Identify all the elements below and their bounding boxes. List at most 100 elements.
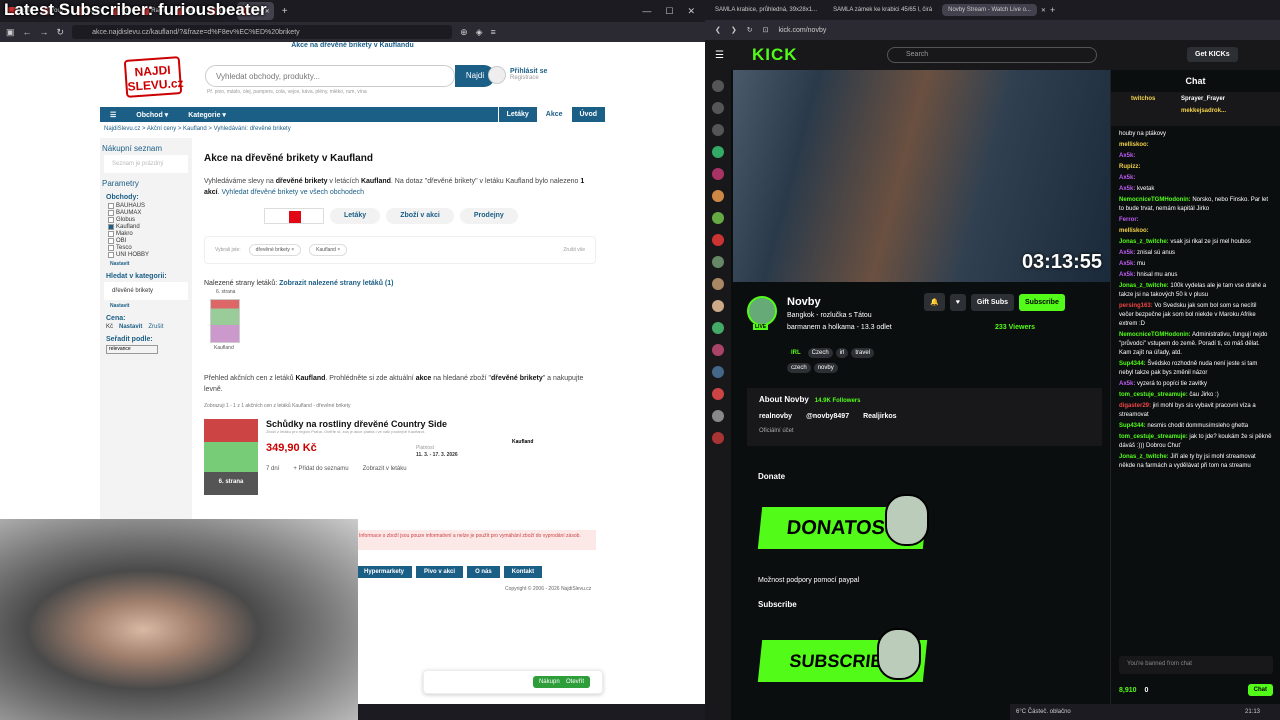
set-shops-button[interactable]: Nastavit: [110, 261, 182, 267]
channel-avatar[interactable]: [712, 190, 724, 202]
shop-checkbox[interactable]: Kaufland: [108, 224, 184, 230]
chat-username[interactable]: Jonas_z_twitche:: [1119, 283, 1169, 289]
tag[interactable]: Czech: [807, 348, 833, 358]
chat-username[interactable]: NemocniceTGMHodonin:: [1119, 197, 1191, 203]
show-in-leaflet-button[interactable]: Zobrazit v letáku: [363, 466, 407, 472]
filter-chip[interactable]: dřevěné brikety ×: [248, 244, 302, 256]
close-tab-icon[interactable]: ✕: [1041, 7, 1046, 14]
back-icon[interactable]: ←: [23, 27, 32, 37]
sidebar-toggle-icon[interactable]: ▣: [6, 27, 15, 38]
filter-chip[interactable]: Kaufland ×: [309, 244, 348, 256]
close-window-icon[interactable]: ✕: [687, 6, 695, 17]
browse-icon[interactable]: [712, 102, 724, 114]
shop-checkbox[interactable]: BAUHAUS: [108, 203, 184, 209]
shop-checkbox[interactable]: UNI HOBBY: [108, 252, 184, 258]
gift-subs-button[interactable]: Gift Subs: [970, 293, 1014, 311]
checkbox-icon[interactable]: [108, 203, 114, 209]
footer-link[interactable]: Hypermarkety: [356, 566, 413, 578]
channel-avatar[interactable]: [747, 296, 777, 326]
chat-username[interactable]: Jonas_z_twitche:: [1119, 454, 1169, 460]
clear-filters-link[interactable]: Zrušit vše: [563, 247, 585, 253]
channel-avatar[interactable]: [712, 278, 724, 290]
reload-icon[interactable]: ↻: [747, 26, 753, 34]
chat-username[interactable]: Ax5k:: [1119, 175, 1135, 181]
show-pages-link[interactable]: Zobrazit nalezené strany letáků (1): [279, 280, 393, 287]
login-link[interactable]: Přihlásit se Registrace: [488, 66, 547, 84]
maximize-icon[interactable]: ☐: [665, 6, 673, 17]
chat-username[interactable]: melliskoo:: [1119, 142, 1149, 148]
tab-prodejny[interactable]: Prodejny: [459, 208, 518, 224]
leaflet-thumbnail[interactable]: [210, 299, 240, 343]
checkbox-icon[interactable]: [108, 238, 114, 244]
shop-checkbox[interactable]: BAUMAX: [108, 210, 184, 216]
tag[interactable]: novby: [813, 363, 838, 373]
chat-username[interactable]: Ax5k:: [1119, 250, 1135, 256]
nav-uvod[interactable]: Úvod: [570, 107, 606, 122]
category-link[interactable]: IRL: [787, 348, 805, 358]
shop-checkbox[interactable]: Tesco: [108, 245, 184, 251]
bell-icon[interactable]: 🔔: [924, 293, 945, 311]
chat-username[interactable]: Ax5k:: [1119, 153, 1135, 159]
checkbox-checked-icon[interactable]: [108, 224, 114, 230]
new-tab-icon[interactable]: +: [1050, 5, 1055, 15]
kaufland-logo[interactable]: [264, 208, 324, 224]
tag[interactable]: travel: [851, 348, 875, 358]
menu-icon[interactable]: ≡: [491, 27, 496, 37]
product-image[interactable]: 6. strana: [204, 419, 258, 495]
channel-avatar[interactable]: [712, 168, 724, 180]
chat-input[interactable]: You're banned from chat: [1119, 656, 1273, 674]
address-bar[interactable]: kick.com/novby: [779, 27, 827, 34]
back-icon[interactable]: ❮: [715, 26, 721, 34]
chat-username[interactable]: Ax5k:: [1119, 381, 1135, 387]
footer-link[interactable]: Pivo v akci: [416, 566, 464, 578]
set-category-button[interactable]: Nastavit: [110, 303, 182, 309]
chat-username[interactable]: Ferror:: [1119, 217, 1139, 223]
shop-checkbox[interactable]: OBI: [108, 238, 184, 244]
search-all-shops-link[interactable]: Vyhledat dřevěné brikety ve všech obchod…: [222, 189, 365, 196]
bookmark-icon[interactable]: ⊡: [763, 26, 769, 34]
channel-avatar[interactable]: [712, 366, 724, 378]
chat-username[interactable]: Ax5k:: [1119, 261, 1135, 267]
channel-avatar[interactable]: [712, 256, 724, 268]
minimize-icon[interactable]: —: [642, 6, 651, 17]
chat-username[interactable]: tom_cestuje_streamuje:: [1119, 434, 1188, 440]
hamburger-icon[interactable]: ☰: [715, 50, 724, 61]
open-list-button[interactable]: Otevřít: [559, 676, 590, 688]
address-bar[interactable]: akce.najdislevu.cz/kaufland/?&fraze=d%F8…: [72, 25, 453, 39]
chat-username[interactable]: Ax5k:: [1119, 186, 1135, 192]
following-icon[interactable]: [712, 124, 724, 136]
forward-icon[interactable]: →: [40, 27, 49, 37]
browser-tab[interactable]: SAMLA zámek ke krabici 45/65 l, čirá: [827, 4, 938, 16]
kick-logo[interactable]: KICK: [752, 45, 798, 65]
channel-avatar[interactable]: [712, 410, 724, 422]
subscribe-button[interactable]: Subscribe: [1019, 293, 1065, 311]
chat-username[interactable]: Sup4344:: [1119, 361, 1146, 367]
tab-letaky[interactable]: Letáky: [330, 208, 381, 224]
browser-tab[interactable]: SAMLA krabice, průhledná, 39x28x1...: [709, 4, 823, 16]
set-price-button[interactable]: Nastavit: [119, 324, 142, 330]
footer-link[interactable]: O nás: [467, 566, 500, 578]
shop-checkbox[interactable]: Makro: [108, 231, 184, 237]
chat-username[interactable]: Rupizz:: [1119, 164, 1140, 170]
chat-username[interactable]: tom_cestuje_streamuje:: [1119, 392, 1188, 398]
channel-avatar[interactable]: [712, 322, 724, 334]
breadcrumb[interactable]: NajdiSlevu.cz > Akční ceny > Kaufland > …: [104, 126, 291, 132]
add-to-list-button[interactable]: + Přidat do seznamu: [293, 466, 348, 472]
video-player[interactable]: 03:13:55: [733, 70, 1110, 282]
heart-icon[interactable]: ♥: [949, 293, 966, 311]
product-name[interactable]: Schůdky na rostliny dřevěné Country Side: [266, 419, 586, 429]
chat-username[interactable]: NemocniceTGMHodonin:: [1119, 332, 1191, 338]
nav-letaky[interactable]: Letáky: [497, 107, 537, 122]
checkbox-icon[interactable]: [108, 231, 114, 237]
chat-username[interactable]: melliskoo:: [1119, 228, 1149, 234]
search-input[interactable]: Search: [887, 47, 1097, 63]
channel-avatar[interactable]: [712, 146, 724, 158]
new-tab-icon[interactable]: +: [282, 6, 288, 17]
extension-icon[interactable]: ⊕: [460, 27, 468, 38]
forward-icon[interactable]: ❯: [731, 26, 737, 34]
footer-link[interactable]: Kontakt: [503, 566, 543, 578]
tag[interactable]: irl: [835, 348, 849, 358]
reload-icon[interactable]: ↻: [57, 27, 65, 38]
channel-avatar[interactable]: [712, 300, 724, 312]
channel-avatar[interactable]: [712, 432, 724, 444]
